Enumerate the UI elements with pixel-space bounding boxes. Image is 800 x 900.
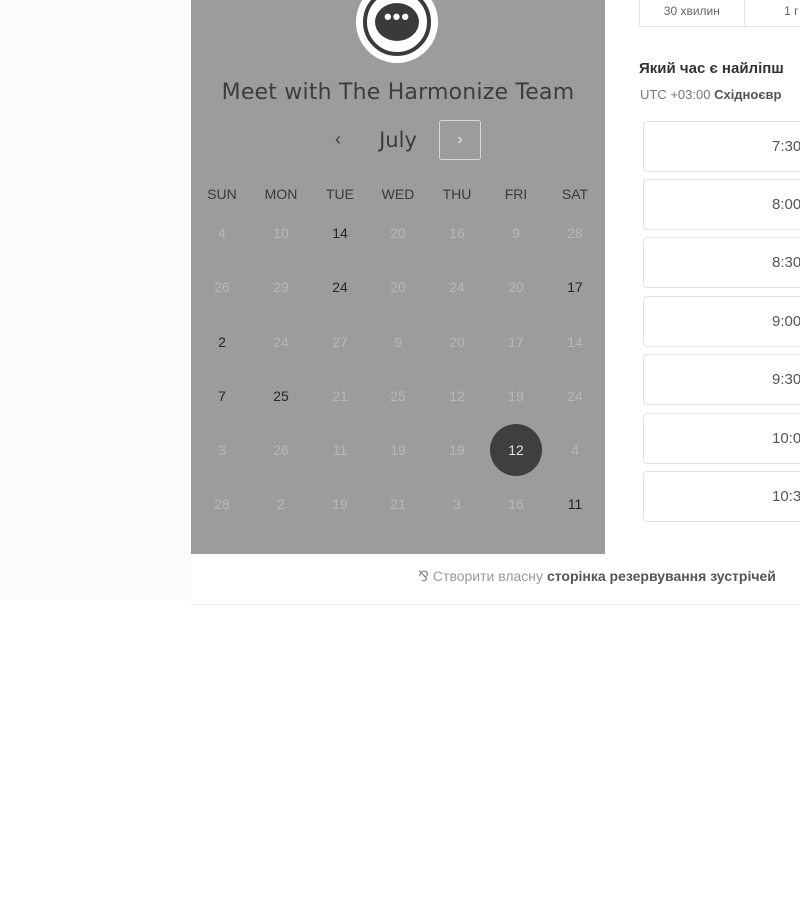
time-slot-label: 8:00 [772,196,800,213]
time-slot-panel: 30 хвилин 1 г Який час є найліпш UTC +03… [605,0,800,554]
calendar-day: 14 [567,334,583,350]
calendar-day: 19 [449,442,465,458]
footer-text: ⅋ Створити власну сторінка резервування з… [418,568,776,585]
calendar-day: 28 [214,496,230,512]
time-slot-label: 10:0 [772,430,800,447]
timezone-name: Східноєвр [714,87,782,102]
calendar-day: 20 [449,334,465,350]
calendar-day: 20 [390,279,406,295]
time-slot-button[interactable]: 8:30 [643,237,800,288]
weekday-thu: THU [442,186,472,202]
calendar-day: 25 [390,388,406,404]
calendar-day: 9 [394,334,402,350]
time-slot-button[interactable]: 8:00 [643,179,800,230]
company-logo: ••• [356,0,438,63]
month-label: July [379,128,417,152]
weekday-wed: WED [381,186,415,202]
calendar-day: 10 [273,225,289,241]
footer-prefix: Створити власну [432,568,547,584]
calendar-day: 11 [332,442,348,458]
calendar-day: 24 [449,279,465,295]
calendar-day: 19 [332,496,348,512]
time-slot-button[interactable]: 9:00 [643,296,800,347]
hubspot-sprocket-icon: ⅋ [418,568,429,584]
calendar-day[interactable]: 14 [314,207,366,259]
timezone-offset: UTC +03:00 [640,87,715,102]
calendar-day: 3 [218,442,226,458]
create-booking-page-link[interactable]: сторінка резервування зустрічей [547,568,776,584]
calendar-day: 19 [508,388,524,404]
month-navigation: ‹ July › [191,118,605,162]
duration-tab-30min[interactable]: 30 хвилин [640,0,745,26]
weekday-sun: SUN [207,186,237,202]
calendar-day[interactable]: 17 [549,261,601,313]
calendar-day: 2 [277,496,285,512]
calendar-day: 20 [390,225,406,241]
calendar-day: 29 [273,279,289,295]
chat-bubble-dots: ••• [375,3,419,41]
calendar-day: 20 [508,279,524,295]
weekday-header: SUN MON TUE WED THU FRI SAT [191,186,605,206]
calendar-day[interactable]: 11 [549,478,601,530]
time-slot-button[interactable]: 10:0 [643,413,800,464]
prev-month-button[interactable]: ‹ [323,118,353,160]
next-month-button[interactable]: › [439,120,481,160]
time-slot-button[interactable]: 7:30 [643,121,800,172]
time-slot-label: 10:3 [772,488,800,505]
calendar-day-selected[interactable]: 12 [490,424,542,476]
calendar-day: 21 [390,496,406,512]
weekday-sat: SAT [561,186,589,202]
calendar-day[interactable]: 25 [255,370,307,422]
time-slot-label: 7:30 [772,138,800,155]
calendar-day: 12 [449,388,465,404]
calendar-day: 21 [332,388,348,404]
calendar-day: 26 [214,279,230,295]
calendar-day: 17 [508,334,524,350]
calendar-day: 4 [571,442,579,458]
booking-page: ••• Meet with The Harmonize Team ‹ July … [0,0,800,900]
meeting-title: Meet with The Harmonize Team [221,80,575,105]
time-slot-label: 9:30 [772,371,800,388]
calendar-day: 28 [567,225,583,241]
weekday-mon: MON [264,186,298,202]
time-slot-button[interactable]: 10:3 [643,471,800,522]
duration-tabs: 30 хвилин 1 г [639,0,800,27]
time-question: Який час є найліпш [639,60,784,77]
weekday-tue: TUE [326,186,354,202]
calendar-day: 26 [273,442,289,458]
calendar-day: 16 [508,496,524,512]
calendar-day[interactable]: 2 [196,316,248,368]
calendar-day: 16 [449,225,465,241]
calendar-day: 19 [390,442,406,458]
calendar-day[interactable]: 7 [196,370,248,422]
calendar-panel: ••• Meet with The Harmonize Team ‹ July … [191,0,605,554]
left-margin [0,0,191,600]
timezone-selector[interactable]: UTC +03:00 Східноєвр [640,87,781,102]
calendar-day: 27 [332,334,348,350]
time-slot-label: 8:30 [772,254,800,271]
calendar-day: 24 [273,334,289,350]
chat-bubble-icon: ••• [363,0,431,56]
time-slot-button[interactable]: 9:30 [643,354,800,405]
calendar-day[interactable]: 24 [314,261,366,313]
calendar-day: 3 [453,496,461,512]
weekday-fri: FRI [504,186,528,202]
duration-tab-1h[interactable]: 1 г [745,0,800,26]
calendar-day: 24 [567,388,583,404]
time-slot-label: 9:00 [772,313,800,330]
calendar-day: 9 [512,225,520,241]
calendar-day: 4 [218,225,226,241]
